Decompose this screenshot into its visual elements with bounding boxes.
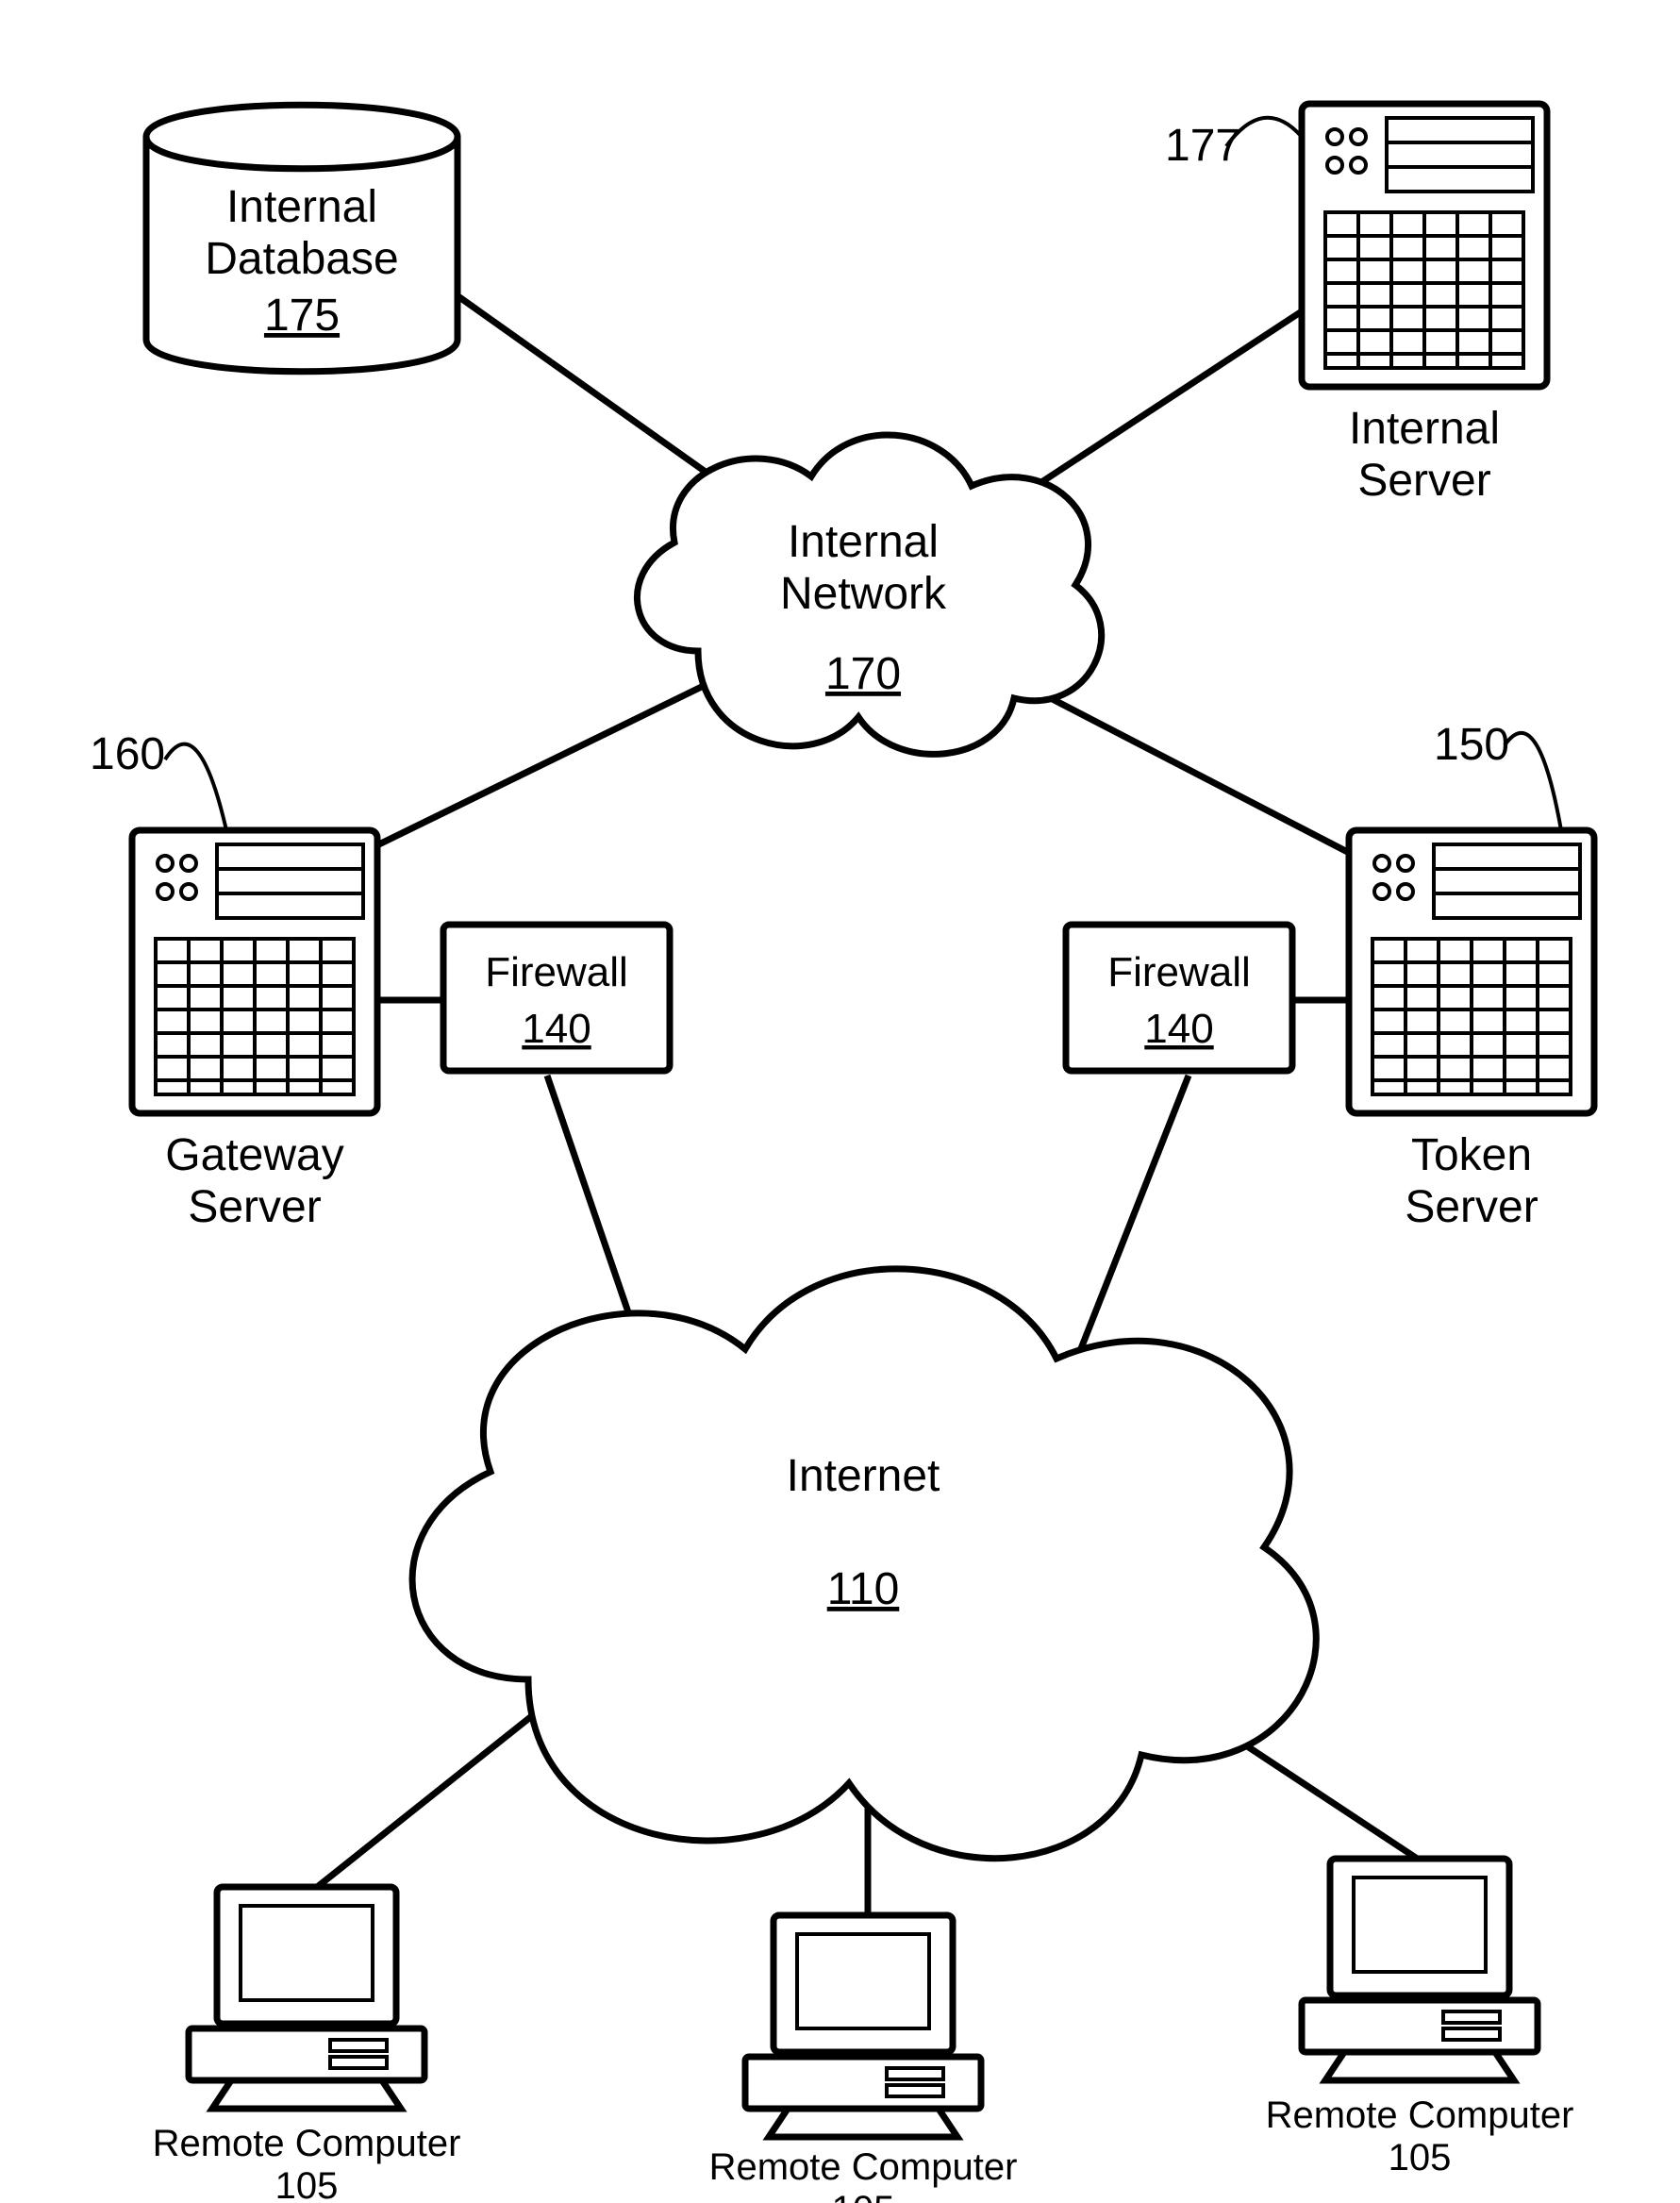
iserver-label-2: Server (1357, 456, 1490, 506)
link-iserver-to-network (1000, 311, 1302, 509)
rc-left-label: Remote Computer (153, 2123, 461, 2164)
token-ref: 150 (1434, 720, 1509, 770)
rc-right-ref: 105 (1389, 2137, 1452, 2178)
rc-right-label: Remote Computer (1266, 2095, 1574, 2136)
inet-ref: 170 (825, 649, 901, 699)
rc-mid-ref: 105 (832, 2189, 895, 2203)
internal-server-node: Internal Server 177 (1165, 104, 1547, 506)
leader-160 (165, 744, 226, 830)
leader-150 (1505, 733, 1561, 830)
internal-database-node: Internal Database 175 (146, 105, 457, 372)
gateway-ref: 160 (90, 729, 165, 779)
token-label-1: Token (1411, 1130, 1532, 1180)
link-db-to-network (453, 292, 745, 500)
firewall-left: Firewall 140 (443, 925, 670, 1071)
token-server-node: Token Server 150 (1349, 720, 1594, 1232)
internal-network-cloud: Internal Network 170 (637, 435, 1101, 754)
db-label-1: Internal (226, 182, 377, 232)
firewall-right: Firewall 140 (1066, 925, 1292, 1071)
fw-left-label: Firewall (485, 949, 628, 995)
db-ref: 175 (264, 291, 340, 341)
token-label-2: Server (1405, 1182, 1538, 1232)
fw-right-label: Firewall (1107, 949, 1251, 995)
gateway-label-1: Gateway (165, 1130, 343, 1180)
rc-left-ref: 105 (275, 2165, 339, 2203)
inet-label-2: Network (780, 569, 947, 619)
remote-computer-mid: Remote Computer 105 (709, 1915, 1018, 2203)
gateway-server-node: Gateway Server 160 (90, 729, 377, 1232)
internet-label: Internet (787, 1451, 940, 1501)
iserver-ref: 177 (1165, 121, 1240, 171)
db-label-2: Database (205, 234, 398, 284)
gateway-label-2: Server (188, 1182, 321, 1232)
inet-label-1: Internal (788, 517, 939, 567)
iserver-label-1: Internal (1349, 404, 1500, 454)
remote-computer-left: Remote Computer 105 (153, 1887, 461, 2203)
internet-cloud: Internet 110 (412, 1269, 1316, 1859)
rc-mid-label: Remote Computer (709, 2146, 1018, 2188)
network-diagram: Internal Database 175 Inter (0, 0, 1680, 2203)
link-internet-to-rc1 (311, 1689, 566, 1892)
fw-right-ref: 140 (1144, 1006, 1213, 1052)
fw-left-ref: 140 (522, 1006, 590, 1052)
internet-ref: 110 (827, 1564, 900, 1614)
remote-computer-right: Remote Computer 105 (1266, 1859, 1574, 2178)
